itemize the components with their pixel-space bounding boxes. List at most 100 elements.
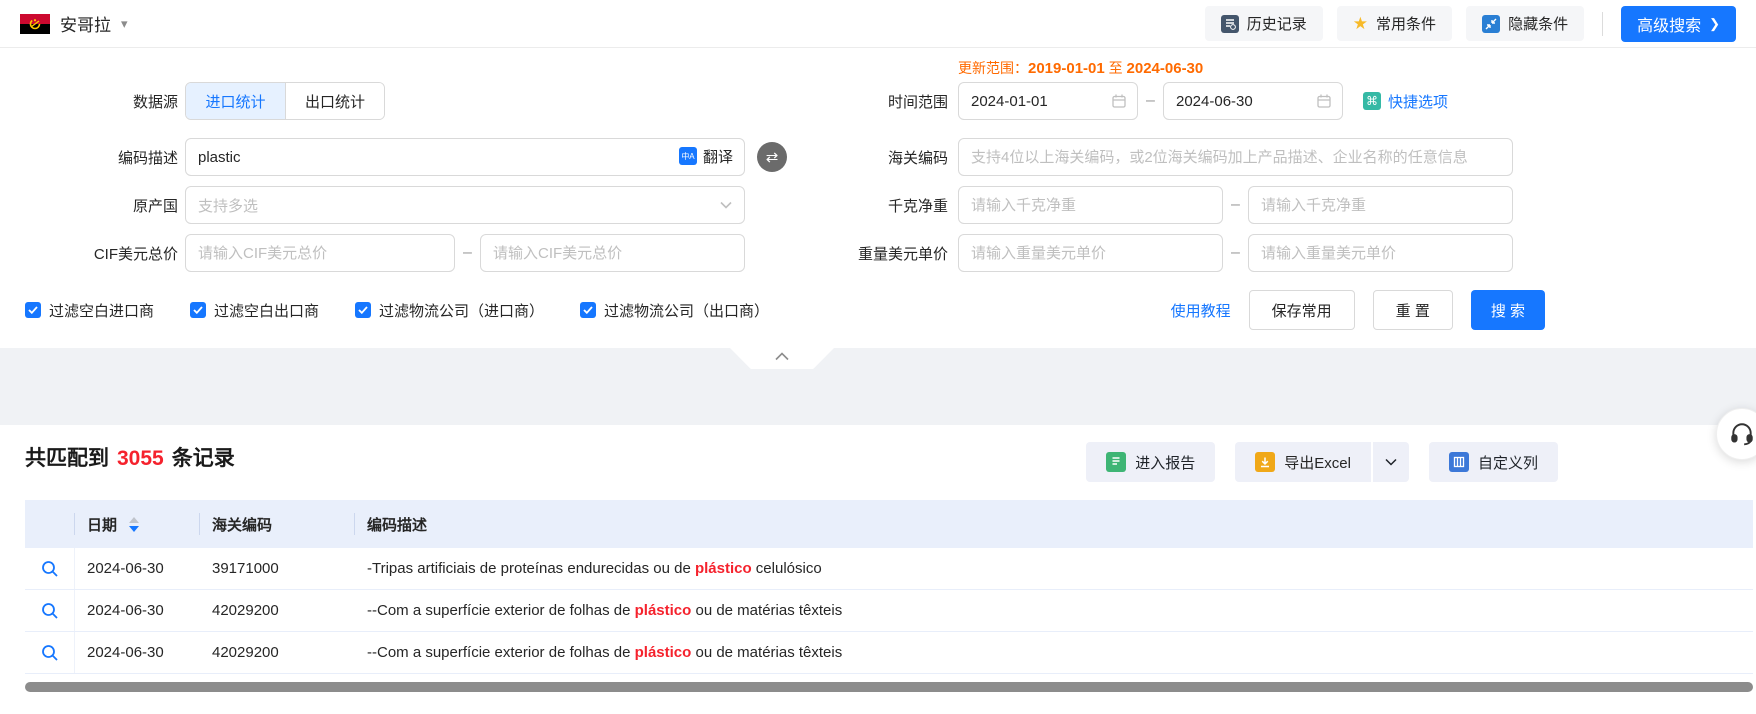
origin-country-select[interactable]: 支持多选 [185,186,745,224]
favorites-button[interactable]: ★ 常用条件 [1337,6,1452,41]
checkbox-checked-icon[interactable] [355,302,371,318]
headset-icon [1729,421,1755,447]
filter-blank-exporter[interactable]: 过滤空白出口商 [190,300,319,321]
row-date: 2024-06-30 [75,602,200,619]
swap-arrows-button[interactable]: ⇄ [757,142,787,172]
description-header-label: 编码描述 [367,514,427,535]
customize-columns-label: 自定义列 [1478,452,1538,473]
filter-logistics-exporter[interactable]: 过滤物流公司（出口商） [580,300,769,321]
date-header-label: 日期 [87,514,117,535]
table-row: 2024-06-30 42029200 --Com a superfície e… [25,632,1753,674]
tutorial-link[interactable]: 使用教程 [1171,300,1231,321]
cif-price-max-input[interactable] [480,234,745,272]
net-weight-row: 千克净重 – [820,186,1513,224]
unit-price-label: 重量美元单价 [820,243,948,264]
net-weight-min-input[interactable] [958,186,1223,224]
filter-label: 过滤空白出口商 [214,300,319,321]
filter-blank-importer[interactable]: 过滤空白进口商 [25,300,154,321]
magnifier-icon[interactable] [41,644,59,662]
origin-country-placeholder: 支持多选 [198,195,258,216]
horizontal-scrollbar[interactable] [25,682,1753,692]
net-weight-label: 千克净重 [820,195,948,216]
magnifier-icon[interactable] [41,560,59,578]
results-actions: 进入报告 导出Excel 自定义列 [1086,442,1558,482]
row-hs-code: 42029200 [200,644,355,661]
table-header-date[interactable]: 日期 [75,500,200,548]
export-dropdown-caret[interactable] [1371,442,1409,482]
quick-options-label: 快捷选项 [1388,91,1448,112]
data-source-row: 数据源 进口统计 出口统计 [25,82,385,120]
collapse-form-tab[interactable] [730,348,834,369]
checkbox-checked-icon[interactable] [580,302,596,318]
tab-export-stats[interactable]: 出口统计 [285,83,384,119]
export-excel-label: 导出Excel [1284,452,1351,473]
chevron-down-icon [1385,458,1397,466]
cif-price-min-input[interactable] [185,234,455,272]
chevron-up-icon [775,352,789,361]
unit-price-max-input[interactable] [1248,234,1513,272]
unit-price-row: 重量美元单价 – [820,234,1513,272]
table-header-description: 编码描述 [355,500,1753,548]
history-button[interactable]: 历史记录 [1205,6,1323,41]
update-range-end: 2024-06-30 [1127,60,1204,77]
translate-button[interactable]: 中A 翻译 [679,138,733,174]
divider [1602,12,1603,36]
code-desc-input[interactable] [185,138,745,176]
range-dash: – [1223,244,1248,262]
checkbox-checked-icon[interactable] [190,302,206,318]
desc-text: --Com a superfície exterior de folhas de [367,644,635,661]
export-excel-button[interactable]: 导出Excel [1235,442,1371,482]
hide-conditions-button[interactable]: 隐藏条件 [1466,6,1584,41]
unit-price-min-input[interactable] [958,234,1223,272]
favorites-label: 常用条件 [1376,13,1436,34]
sort-carets-icon[interactable] [129,517,139,532]
translate-label: 翻译 [703,146,733,167]
hs-code-input[interactable] [958,138,1513,176]
table-header-row: 日期 海关编码 编码描述 [25,500,1753,548]
row-hs-code: 39171000 [200,560,355,577]
export-file-icon [1255,452,1275,472]
date-start-input[interactable]: 2024-01-01 [958,82,1138,120]
filter-logistics-importer[interactable]: 过滤物流公司（进口商） [355,300,544,321]
desc-text: ou de matérias têxteis [691,602,842,619]
desc-highlight: plástico [635,644,692,661]
desc-text: celulósico [752,560,822,577]
desc-text: -Tripas artificiais de proteínas endurec… [367,560,695,577]
advanced-search-button[interactable]: 高级搜索 ❯ [1621,6,1736,42]
desc-text: --Com a superfície exterior de folhas de [367,602,635,619]
enter-report-button[interactable]: 进入报告 [1086,442,1215,482]
range-dash: – [1138,92,1163,110]
quick-options-button[interactable]: ⌘ 快捷选项 [1363,91,1448,112]
checkbox-checked-icon[interactable] [25,302,41,318]
save-favorite-button[interactable]: 保存常用 [1249,290,1355,330]
country-selector[interactable]: 安哥拉 ▾ [20,11,128,36]
filter-label: 过滤空白进口商 [49,300,154,321]
table-header-search-col [25,500,75,548]
customize-columns-button[interactable]: 自定义列 [1429,442,1558,482]
cif-price-label: CIF美元总价 [25,243,178,264]
range-dash: – [455,244,480,262]
reset-button[interactable]: 重 置 [1373,290,1453,330]
summary-suffix: 条记录 [172,447,235,470]
tab-import-stats[interactable]: 进口统计 [186,83,285,119]
date-start-value: 2024-01-01 [971,93,1048,110]
hs-code-row: 海关编码 [820,138,1513,176]
update-range-start: 2019-01-01 [1028,60,1105,77]
chevron-down-icon: ▾ [121,16,128,32]
search-button[interactable]: 搜 索 [1471,290,1545,330]
advanced-search-label: 高级搜索 [1637,12,1701,36]
translate-icon: 中A [679,147,697,165]
date-end-input[interactable]: 2024-06-30 [1163,82,1343,120]
magnifier-icon[interactable] [41,602,59,620]
enter-report-label: 进入报告 [1135,452,1195,473]
row-detail-cell [25,632,75,673]
report-doc-icon [1106,452,1126,472]
chevron-right-icon: ❯ [1709,16,1720,32]
results-table: 日期 海关编码 编码描述 2024-06-30 39171000 -Tripas… [25,500,1753,674]
net-weight-max-input[interactable] [1248,186,1513,224]
desc-highlight: plástico [635,602,692,619]
row-description: --Com a superfície exterior de folhas de… [355,602,1753,619]
date-end-value: 2024-06-30 [1176,93,1253,110]
history-label: 历史记录 [1247,13,1307,34]
export-excel-group: 导出Excel [1235,442,1409,482]
